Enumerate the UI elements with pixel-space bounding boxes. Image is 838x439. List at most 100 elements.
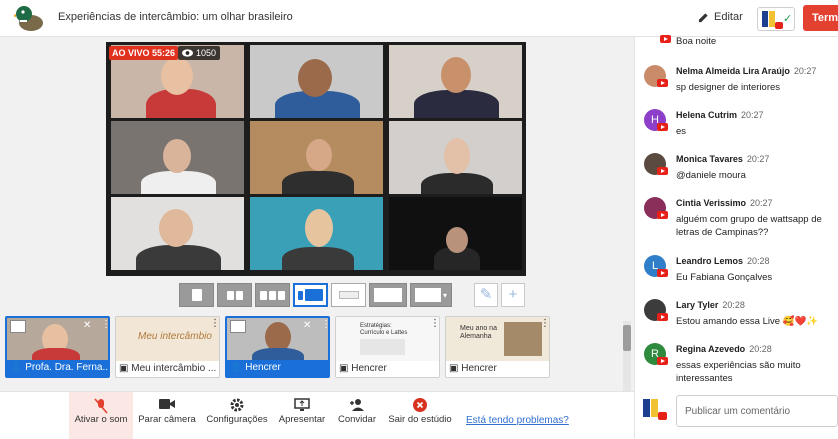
tray-item-camera-1[interactable]: ✕ ⋮ 👤 Profa. Dra. Ferna... xyxy=(5,316,110,378)
youtube-icon xyxy=(657,211,668,219)
more-options-icon[interactable]: ⋮ xyxy=(321,319,328,330)
close-circle-icon xyxy=(385,392,455,414)
broadcast-title: Experiências de intercâmbio: um olhar br… xyxy=(58,11,293,23)
help-link[interactable]: Está tendo problemas? xyxy=(466,415,569,426)
youtube-icon xyxy=(657,79,668,87)
invite-button[interactable]: Convidar xyxy=(334,392,380,439)
chat-author: Leandro Lemos 20:28 xyxy=(676,256,770,266)
video-participant-8[interactable] xyxy=(250,197,383,270)
stop-camera-button[interactable]: Parar câmera xyxy=(135,392,199,439)
tray-item-screen-3[interactable]: Meu ano na Alemanha ⋮ ▣ Hencrer xyxy=(445,316,550,378)
mic-off-icon[interactable]: ✕ xyxy=(83,320,91,331)
youtube-icon xyxy=(657,167,668,175)
youtube-icon xyxy=(657,357,668,365)
destination-toggle[interactable]: ✓ xyxy=(757,7,795,31)
more-options-icon[interactable]: ⋮ xyxy=(430,318,439,329)
chat-timestamp: 20:27 xyxy=(750,198,773,208)
chat-timestamp: 20:27 xyxy=(746,154,770,164)
chat-timestamp: 20:27 xyxy=(793,66,817,76)
tray-item-label: 👤 Profa. Dra. Ferna... xyxy=(7,360,108,376)
more-options-icon[interactable]: ⋮ xyxy=(540,318,549,329)
chat-message-text: alguém com grupo de wattsapp de letras d… xyxy=(676,214,822,238)
chat-timestamp: 20:27 xyxy=(741,110,764,120)
comment-input[interactable]: Publicar um comentário xyxy=(676,395,838,427)
youtube-icon xyxy=(660,35,671,43)
tray-item-camera-2[interactable]: ✕ ⋮ 👤 Hencrer xyxy=(225,316,330,378)
chat-author-name: Leandro Lemos xyxy=(676,256,744,266)
chat-author: Monica Tavares 20:27 xyxy=(676,154,769,164)
present-button[interactable]: Apresentar xyxy=(274,392,330,439)
tray-item-label: 👤 Hencrer xyxy=(227,360,328,376)
layout-sidebar-button[interactable] xyxy=(293,283,328,307)
chat-timestamp: 20:28 xyxy=(722,300,745,310)
chat-author-name: Nelma Almeida Lira Araújo xyxy=(676,66,790,76)
more-options-icon[interactable]: ⋮ xyxy=(210,318,219,329)
chat-author: Lary Tyler 20:28 xyxy=(676,300,745,310)
settings-button[interactable]: Configurações xyxy=(204,392,270,439)
chat-author: Nelma Almeida Lira Araújo 20:27 xyxy=(676,66,816,76)
present-label: Apresentar xyxy=(278,414,326,425)
layout-more-button[interactable]: ▾ xyxy=(410,283,452,307)
edit-button[interactable]: Editar xyxy=(698,11,743,23)
layout-fullscreen-button[interactable] xyxy=(331,283,366,307)
video-participant-9[interactable] xyxy=(389,197,522,270)
chat-message-text: es xyxy=(676,126,687,137)
edit-layout-button[interactable]: ✎ xyxy=(474,283,498,307)
broadcast-stage: AO VIVO 55:26 1050 xyxy=(106,42,526,276)
chat-timestamp: 20:28 xyxy=(747,256,770,266)
eye-icon xyxy=(182,49,193,57)
chat-timestamp: 20:28 xyxy=(749,344,772,354)
video-participant-5[interactable] xyxy=(250,121,383,194)
chat-author-name: Lary Tyler xyxy=(676,300,719,310)
stop-camera-label: Parar câmera xyxy=(138,414,196,425)
live-timer-badge: AO VIVO 55:26 xyxy=(109,46,179,60)
chat-message-text: Boa noite xyxy=(676,36,717,47)
video-participant-7[interactable] xyxy=(111,197,244,270)
chat-message-text: essas experiências são muito interessant… xyxy=(676,360,801,384)
edit-label: Editar xyxy=(714,11,743,23)
pencil-icon: ✎ xyxy=(479,286,493,303)
end-broadcast-button[interactable]: Termi xyxy=(803,5,838,31)
person-icon xyxy=(230,320,246,333)
video-participant-4[interactable] xyxy=(111,121,244,194)
youtube-icon xyxy=(657,269,668,277)
leave-studio-button[interactable]: Sair do estúdio xyxy=(385,392,455,439)
chat-author-name: Monica Tavares xyxy=(676,154,743,164)
layout-split-button[interactable] xyxy=(217,283,252,307)
video-participant-3[interactable] xyxy=(389,45,522,118)
video-participant-2[interactable] xyxy=(250,45,383,118)
slide-text: Meu intercâmbio xyxy=(138,331,212,342)
mic-off-icon[interactable]: ✕ xyxy=(303,320,311,331)
tray-item-screen-1[interactable]: Meu intercâmbio ⋮ ▣ Meu intercâmbio ... xyxy=(115,316,220,378)
unmute-label: Ativar o som xyxy=(74,414,128,425)
video-participant-6[interactable] xyxy=(389,121,522,194)
more-options-icon[interactable]: ⋮ xyxy=(101,319,108,330)
layout-picture-in-picture-button[interactable] xyxy=(369,283,407,307)
layout-solo-button[interactable] xyxy=(179,283,214,307)
studio-area: AO VIVO 55:26 1050 ▾ ✎ + ✕ ⋮ 👤 Profa. Dr… xyxy=(0,37,634,438)
add-person-icon xyxy=(334,392,380,414)
chevron-down-icon: ▾ xyxy=(442,290,447,300)
settings-label: Configurações xyxy=(206,414,268,425)
scrollbar-thumb[interactable] xyxy=(623,325,631,351)
add-layout-button[interactable]: + xyxy=(501,283,525,307)
camera-icon xyxy=(135,392,199,414)
chat-author-name: Regina Azevedo xyxy=(676,344,746,354)
tray-item-label: ▣ Hencrer xyxy=(336,361,439,377)
invite-label: Convidar xyxy=(337,414,377,425)
brand-logo-icon xyxy=(762,11,783,29)
youtube-icon xyxy=(657,313,668,321)
present-screen-icon xyxy=(274,392,330,414)
chat-message-partial: Boa noite xyxy=(644,35,838,49)
app-header: Experiências de intercâmbio: um olhar br… xyxy=(0,0,838,37)
chat-author: Helena Cutrim 20:27 xyxy=(676,110,764,120)
duck-logo-icon xyxy=(14,6,43,31)
tray-item-screen-2[interactable]: Estratégias: Currículo e Lattes ⋮ ▣ Henc… xyxy=(335,316,440,378)
layout-group-button[interactable] xyxy=(255,283,290,307)
chat-author-name: Helena Cutrim xyxy=(676,110,738,120)
unmute-button[interactable]: Ativar o som xyxy=(69,392,133,439)
leave-studio-label: Sair do estúdio xyxy=(388,414,452,425)
chat-author: Cintia Verissimo 20:27 xyxy=(676,198,773,208)
youtube-icon xyxy=(657,123,668,131)
chat-author: Regina Azevedo 20:28 xyxy=(676,344,772,354)
